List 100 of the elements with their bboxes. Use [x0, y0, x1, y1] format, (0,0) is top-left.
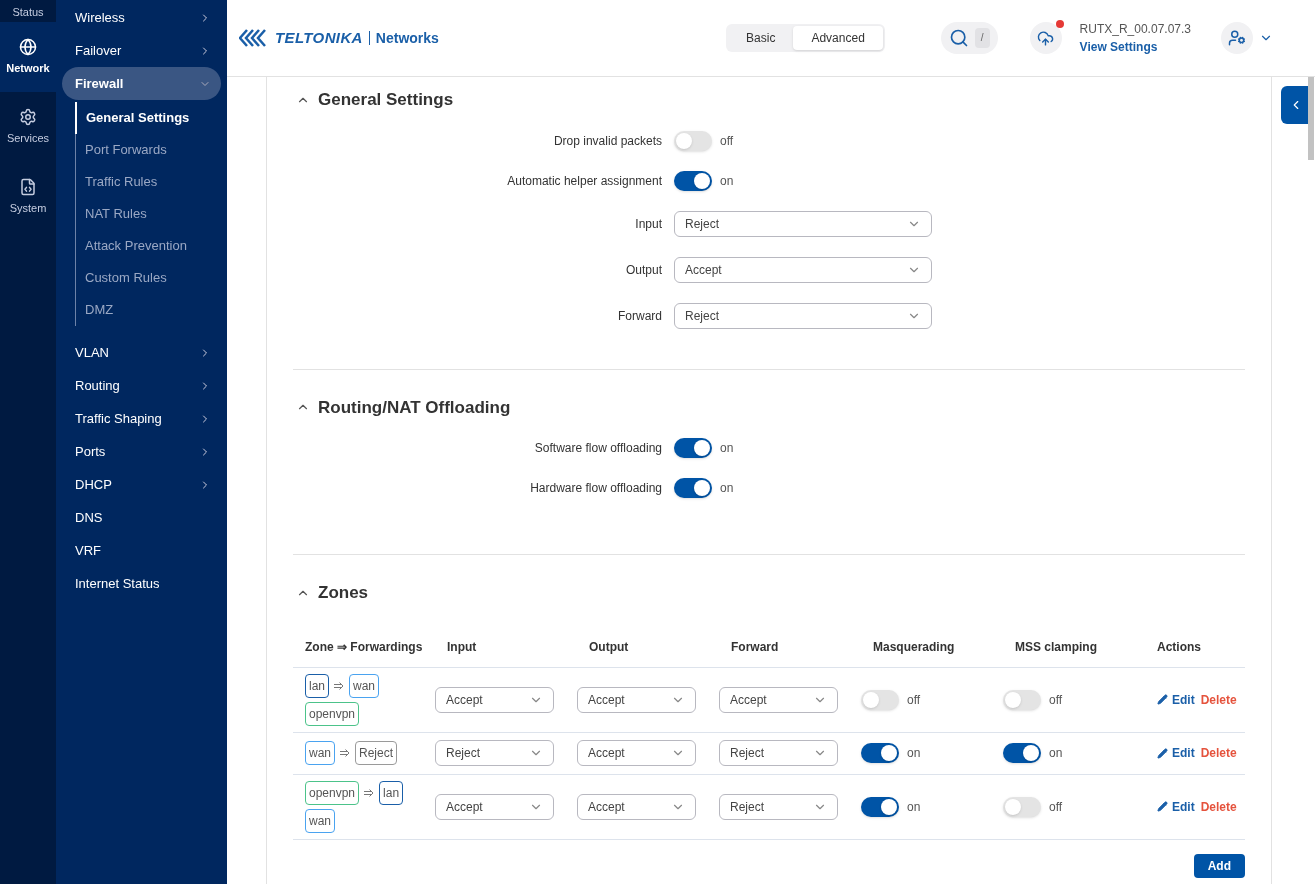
menu-item[interactable]: VRF — [62, 534, 221, 567]
zone-tag: wan — [305, 808, 335, 833]
toggle-switch[interactable] — [861, 689, 899, 710]
edit-link[interactable]: Edit — [1157, 797, 1195, 816]
user-settings-icon — [1228, 29, 1246, 47]
toggle-switch[interactable] — [674, 170, 712, 191]
dropdown-select[interactable]: Accept — [577, 686, 696, 713]
column-header: Actions — [1157, 639, 1202, 656]
toggle-switch[interactable] — [1003, 796, 1041, 817]
zone-tag: openvpn — [305, 701, 360, 726]
toggle-state-label: off — [907, 691, 921, 709]
dropdown-select[interactable]: Accept — [435, 793, 554, 820]
field-label: Automatic helper assignment — [506, 172, 662, 190]
zone-tag: lan — [379, 780, 404, 805]
section-title: Routing/NAT Offloading — [318, 396, 511, 419]
menu-item[interactable]: Failover — [62, 34, 221, 67]
dropdown-select[interactable]: Accept — [577, 740, 696, 766]
delete-link[interactable]: Delete — [1200, 690, 1237, 709]
toggle-switch[interactable] — [861, 796, 899, 817]
submenu-item[interactable]: Port Forwards — [76, 134, 227, 166]
firmware-version: RUTX_R_00.07.07.3 — [1079, 21, 1191, 38]
submenu-item[interactable]: DMZ — [76, 294, 227, 326]
collapse-panel-button[interactable] — [1281, 86, 1310, 124]
submenu-item[interactable]: Traffic Rules — [76, 166, 227, 198]
field-label: Output — [624, 261, 662, 279]
menu-item[interactable]: Traffic Shaping — [62, 402, 221, 435]
field-label: Drop invalid packets — [552, 132, 662, 150]
dropdown-select[interactable]: Reject — [674, 210, 932, 237]
user-button[interactable] — [1221, 22, 1253, 54]
menu-item[interactable]: DHCP — [62, 468, 221, 501]
cloud-button[interactable] — [1029, 22, 1062, 54]
logo-mark-icon — [239, 29, 269, 47]
logo[interactable]: TELTONIKA Networks — [239, 26, 439, 50]
toggle-state-label: off — [1049, 798, 1063, 816]
toggle-switch[interactable] — [861, 743, 899, 763]
view-settings-link[interactable]: View Settings — [1079, 38, 1191, 56]
rail-nav-item[interactable]: Network — [0, 22, 56, 92]
menu-item[interactable]: Routing — [62, 369, 221, 402]
dropdown-select[interactable]: Accept — [719, 686, 838, 713]
toggle-state-label: on — [907, 745, 921, 762]
section-title: General Settings — [318, 89, 454, 111]
search-button[interactable]: / — [940, 22, 998, 54]
menu-item[interactable]: Internet Status — [62, 567, 221, 600]
add-button[interactable]: Add — [1193, 853, 1245, 878]
menu-item[interactable]: Ports — [62, 435, 221, 468]
dropdown-select[interactable]: Accept — [577, 793, 696, 820]
toggle-state-label: on — [720, 440, 734, 457]
globe-icon — [19, 37, 37, 56]
dropdown-select[interactable]: Reject — [674, 302, 932, 329]
column-header: Input — [447, 639, 478, 656]
toggle-state-label: off — [720, 132, 734, 150]
dropdown-select[interactable]: Accept — [674, 256, 932, 283]
edit-link[interactable]: Edit — [1157, 690, 1195, 709]
dropdown-select[interactable]: Accept — [435, 686, 554, 713]
rail-nav-item[interactable]: Status — [0, 0, 56, 22]
rail-nav-item[interactable]: Services — [0, 92, 56, 162]
field-label: Hardware flow offloading — [529, 480, 662, 497]
edit-link[interactable]: Edit — [1157, 744, 1195, 762]
double-arrow-icon — [340, 749, 350, 757]
column-header: MSS clamping — [1015, 639, 1098, 656]
dropdown-select[interactable]: Reject — [719, 793, 838, 820]
menu-item[interactable]: VLAN — [62, 336, 221, 369]
pencil-icon — [1157, 694, 1168, 705]
column-header: Zone ⇒ Forwardings — [305, 639, 424, 656]
toggle-switch[interactable] — [1003, 689, 1041, 710]
rail-nav-item[interactable]: System — [0, 162, 56, 232]
column-header: Forward — [731, 639, 780, 656]
toggle-switch[interactable] — [1003, 743, 1041, 763]
toggle-state-label: off — [1049, 691, 1063, 709]
toggle-state-label: on — [720, 172, 734, 190]
zone-tag: Reject — [355, 741, 398, 765]
code-file-icon — [19, 177, 37, 196]
dropdown-select[interactable]: Reject — [435, 740, 554, 766]
column-header: Output — [589, 639, 630, 656]
submenu-item[interactable]: General Settings — [75, 102, 227, 134]
toggle-switch[interactable] — [674, 438, 712, 458]
toggle-state-label: on — [720, 480, 734, 497]
toggle-switch[interactable] — [674, 130, 712, 151]
shortcut-key: / — [974, 28, 990, 48]
mode-tab[interactable]: Advanced — [793, 26, 883, 50]
double-arrow-icon — [334, 681, 344, 690]
submenu-item[interactable]: NAT Rules — [76, 198, 227, 230]
mode-tab[interactable]: Basic — [728, 26, 794, 50]
dropdown-select[interactable]: Reject — [719, 740, 838, 766]
menu-item[interactable]: DNS — [62, 501, 221, 534]
search-icon — [948, 28, 969, 48]
settings-icon — [19, 107, 37, 126]
menu-item[interactable]: Firewall — [62, 67, 221, 100]
scrollbar[interactable] — [1308, 77, 1314, 160]
menu-item[interactable]: Wireless — [62, 1, 221, 34]
pencil-icon — [1157, 801, 1168, 812]
zone-tag: openvpn — [305, 780, 360, 805]
submenu-item[interactable]: Custom Rules — [76, 262, 227, 294]
submenu-item[interactable]: Attack Prevention — [76, 230, 227, 262]
logo-wordmark: TELTONIKA — [275, 27, 363, 48]
toggle-switch[interactable] — [674, 478, 712, 498]
column-header: Masquerading — [873, 639, 956, 656]
delete-link[interactable]: Delete — [1200, 744, 1237, 762]
delete-link[interactable]: Delete — [1200, 797, 1237, 816]
field-label: Input — [634, 215, 662, 233]
